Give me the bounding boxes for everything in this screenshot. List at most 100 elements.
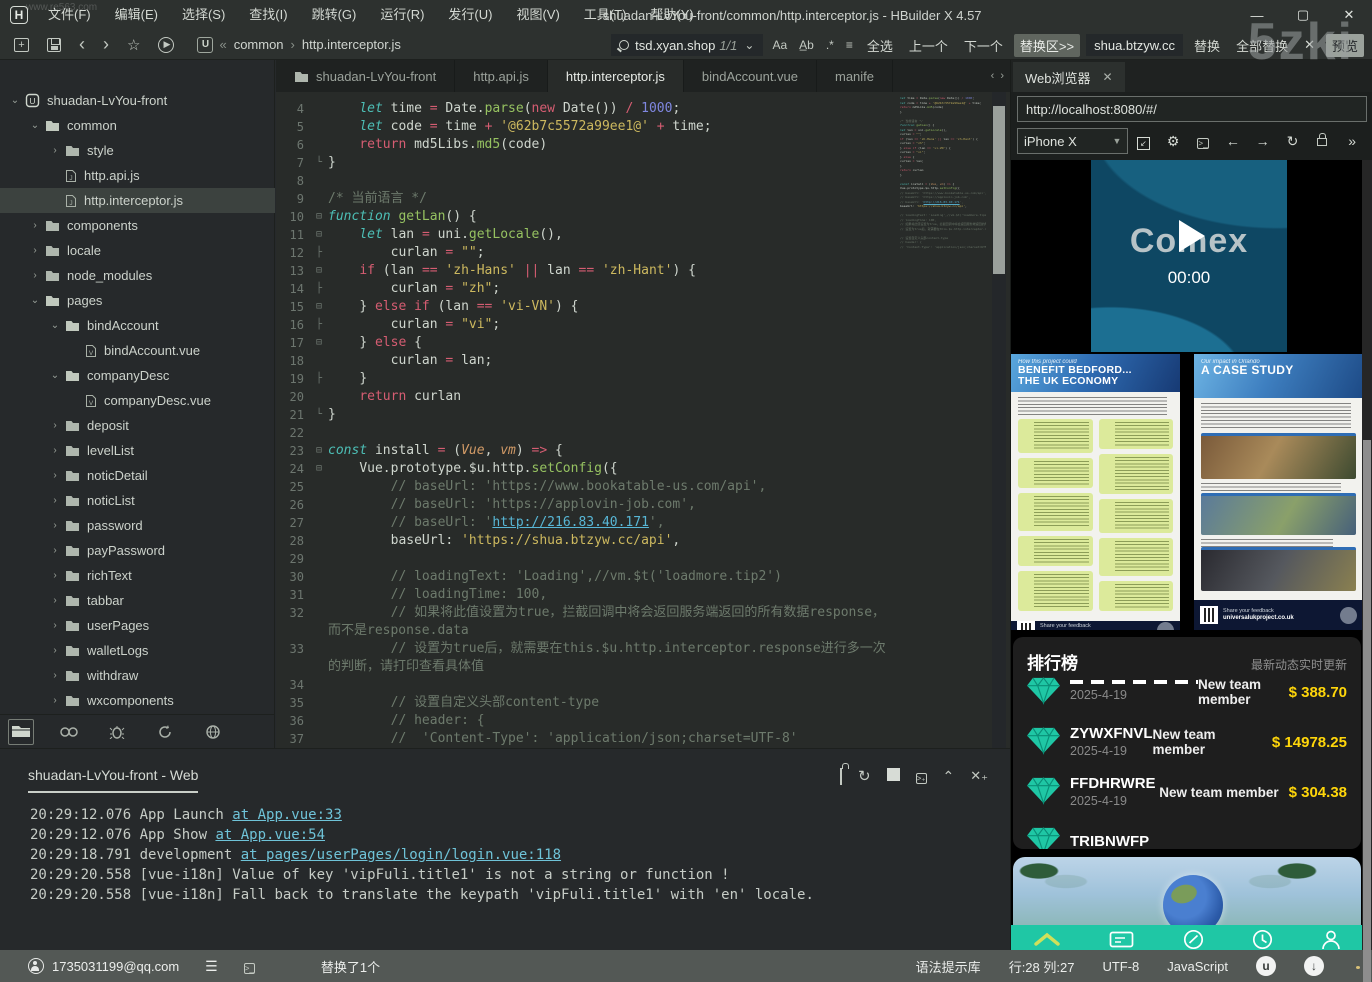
replace-input[interactable]: shua.btzyw.cc (1086, 34, 1183, 56)
terminal-icon[interactable]: >_ (1188, 133, 1218, 149)
browser-tab-label[interactable]: Web浏览器 (1025, 68, 1091, 87)
tree-item-levelList[interactable]: ›levelList (0, 438, 275, 463)
minimize-button[interactable]: — (1234, 0, 1280, 30)
tree-item-shuadan-LvYou-front[interactable]: ⌄Ushuadan-LvYou-front (0, 88, 275, 113)
chevron-right-icon[interactable]: › (48, 570, 62, 581)
console-source-link[interactable]: at pages/userPages/login/login.vue:118 (241, 847, 561, 863)
chevron-right-icon[interactable]: › (48, 645, 62, 656)
collapse-panel-icon[interactable]: ⌃ (943, 768, 955, 785)
breadcrumb-collapse-icon[interactable]: « (219, 37, 226, 52)
navigate-forward-button[interactable]: › (103, 34, 109, 55)
sync-view-icon[interactable] (152, 719, 178, 745)
menu-edit[interactable]: 编辑(E) (103, 0, 170, 30)
chevron-right-icon[interactable]: › (48, 520, 62, 531)
chevron-down-icon[interactable]: ⌄ (28, 120, 42, 131)
download-update-icon[interactable]: ↓ (1304, 956, 1324, 976)
tree-item-password[interactable]: ›password (0, 513, 275, 538)
menu-publish[interactable]: 发行(U) (436, 0, 504, 30)
editor-tab-manife[interactable]: manife (817, 60, 893, 92)
uniapp-badge-icon[interactable]: u (1256, 956, 1276, 976)
tree-item-tabbar[interactable]: ›tabbar (0, 588, 275, 613)
restart-icon[interactable]: ↻ (858, 767, 871, 785)
browser-refresh-icon[interactable]: ↻ (1278, 133, 1308, 150)
console-tab[interactable]: shuadan-LvYou-front - Web (28, 767, 198, 793)
tree-item-deposit[interactable]: ›deposit (0, 413, 275, 438)
poster-uk-economy[interactable]: How this project could BENEFIT BEDFORD..… (1011, 354, 1180, 630)
play-icon[interactable] (1179, 220, 1205, 252)
find-query[interactable]: tsd.xyan.shop (635, 38, 715, 53)
tree-item-common[interactable]: ⌄common (0, 113, 275, 138)
chevron-right-icon[interactable]: › (48, 545, 62, 556)
chevron-right-icon[interactable]: › (28, 245, 42, 256)
explorer-view-icon[interactable] (8, 719, 34, 745)
tab-grab-icon[interactable] (1183, 928, 1204, 950)
menu-find[interactable]: 查找(I) (237, 0, 299, 30)
fold-icon[interactable]: ⊟ (310, 298, 328, 316)
new-file-button[interactable]: + (14, 38, 29, 52)
clear-console-icon[interactable]: ✕₊ (970, 768, 988, 784)
browser-back-icon[interactable]: ← (1218, 133, 1248, 149)
network-view-icon[interactable] (200, 719, 226, 745)
settings-gear-icon[interactable]: ⚙ (1158, 133, 1188, 150)
syntax-library[interactable]: 语法提示库 (916, 957, 981, 976)
tab-home-icon[interactable] (1033, 928, 1061, 950)
tab-orders-icon[interactable] (1109, 928, 1134, 950)
account-icon[interactable] (28, 958, 44, 974)
chevron-down-icon[interactable]: ⌄ (48, 370, 62, 381)
editor-scrollbar-thumb[interactable] (993, 106, 1005, 274)
chevron-right-icon[interactable]: › (48, 670, 62, 681)
find-next-button[interactable]: 下一个 (959, 36, 1008, 55)
tree-item-components[interactable]: ›components (0, 213, 275, 238)
chevron-down-icon[interactable]: ⌄ (28, 295, 42, 306)
navigate-back-button[interactable]: ‹ (79, 34, 85, 55)
fold-icon[interactable]: ⊟ (310, 460, 328, 478)
multiline-button[interactable]: ≡ (843, 38, 856, 52)
tab-scroll-left-icon[interactable]: ‹ (991, 70, 995, 82)
fold-icon[interactable]: ⊟ (310, 334, 328, 352)
browser-tab[interactable]: Web浏览器 ✕ (1013, 62, 1125, 92)
maximize-button[interactable]: ▢ (1280, 0, 1326, 30)
tree-item-style[interactable]: ›style (0, 138, 275, 163)
tab-profile-icon[interactable] (1321, 928, 1341, 950)
poster-case-study[interactable]: Our impact in Orlando A CASE STUDY Share (1194, 354, 1363, 630)
tree-item-locale[interactable]: ›locale (0, 238, 275, 263)
video-player[interactable]: Comex 00:00 (1091, 160, 1287, 352)
find-prev-button[interactable]: 上一个 (904, 36, 953, 55)
chevron-down-icon[interactable]: ⌄ (48, 320, 62, 331)
browser-scrollbar[interactable] (1362, 160, 1372, 950)
url-bar[interactable]: http://localhost:8080/#/ (1017, 96, 1367, 122)
chevron-right-icon[interactable]: › (48, 445, 62, 456)
tree-item-payPassword[interactable]: ›payPassword (0, 538, 275, 563)
regex-button[interactable]: .* (823, 38, 837, 52)
menu-view[interactable]: 视图(V) (504, 0, 571, 30)
chevron-right-icon[interactable]: › (48, 595, 62, 606)
select-all-button[interactable]: 全选 (862, 36, 898, 55)
tree-item-bindAccount.vue[interactable]: VbindAccount.vue (0, 338, 275, 363)
find-history-dropdown-icon[interactable]: ⌄ (741, 38, 757, 52)
breadcrumb-file[interactable]: http.interceptor.js (302, 37, 401, 52)
language-mode[interactable]: JavaScript (1167, 959, 1228, 974)
tree-item-wxcomponents[interactable]: ›wxcomponents (0, 688, 275, 713)
chevron-right-icon[interactable]: › (48, 495, 62, 506)
close-button[interactable]: ✕ (1326, 0, 1372, 30)
tree-item-companyDesc[interactable]: ⌄companyDesc (0, 363, 275, 388)
tree-item-http.interceptor.js[interactable]: Jhttp.interceptor.js (0, 188, 275, 213)
url-text[interactable]: http://localhost:8080/#/ (1026, 102, 1157, 117)
editor-tab-http.interceptor.js[interactable]: http.interceptor.js (548, 60, 684, 92)
minimap[interactable]: let time = Date.parse(new Date()) / 1000… (900, 96, 986, 736)
editor-tab-bindAccount.vue[interactable]: bindAccount.vue (684, 60, 817, 92)
open-external-icon[interactable]: ↙ (1128, 133, 1158, 150)
new-terminal-icon[interactable]: >₊ (916, 769, 927, 784)
save-button[interactable] (47, 38, 61, 52)
editor-tab-shuadan-LvYou-front[interactable]: shuadan-LvYou-front (276, 60, 455, 92)
tree-item-withdraw[interactable]: ›withdraw (0, 663, 275, 688)
tree-item-companyDesc.vue[interactable]: VcompanyDesc.vue (0, 388, 275, 413)
chevron-right-icon[interactable]: › (48, 620, 62, 631)
tree-item-pages[interactable]: ⌄pages (0, 288, 275, 313)
editor-tab-http.api.js[interactable]: http.api.js (455, 60, 548, 92)
leaderboard-list[interactable]: 2025-4-19New team member$ 388.70ZYWXFNVL… (1027, 667, 1347, 849)
tree-item-node_modules[interactable]: ›node_modules (0, 263, 275, 288)
tree-item-noticList[interactable]: ›noticList (0, 488, 275, 513)
browser-forward-icon[interactable]: → (1248, 133, 1278, 149)
menu-file[interactable]: 文件(F) (36, 0, 103, 30)
